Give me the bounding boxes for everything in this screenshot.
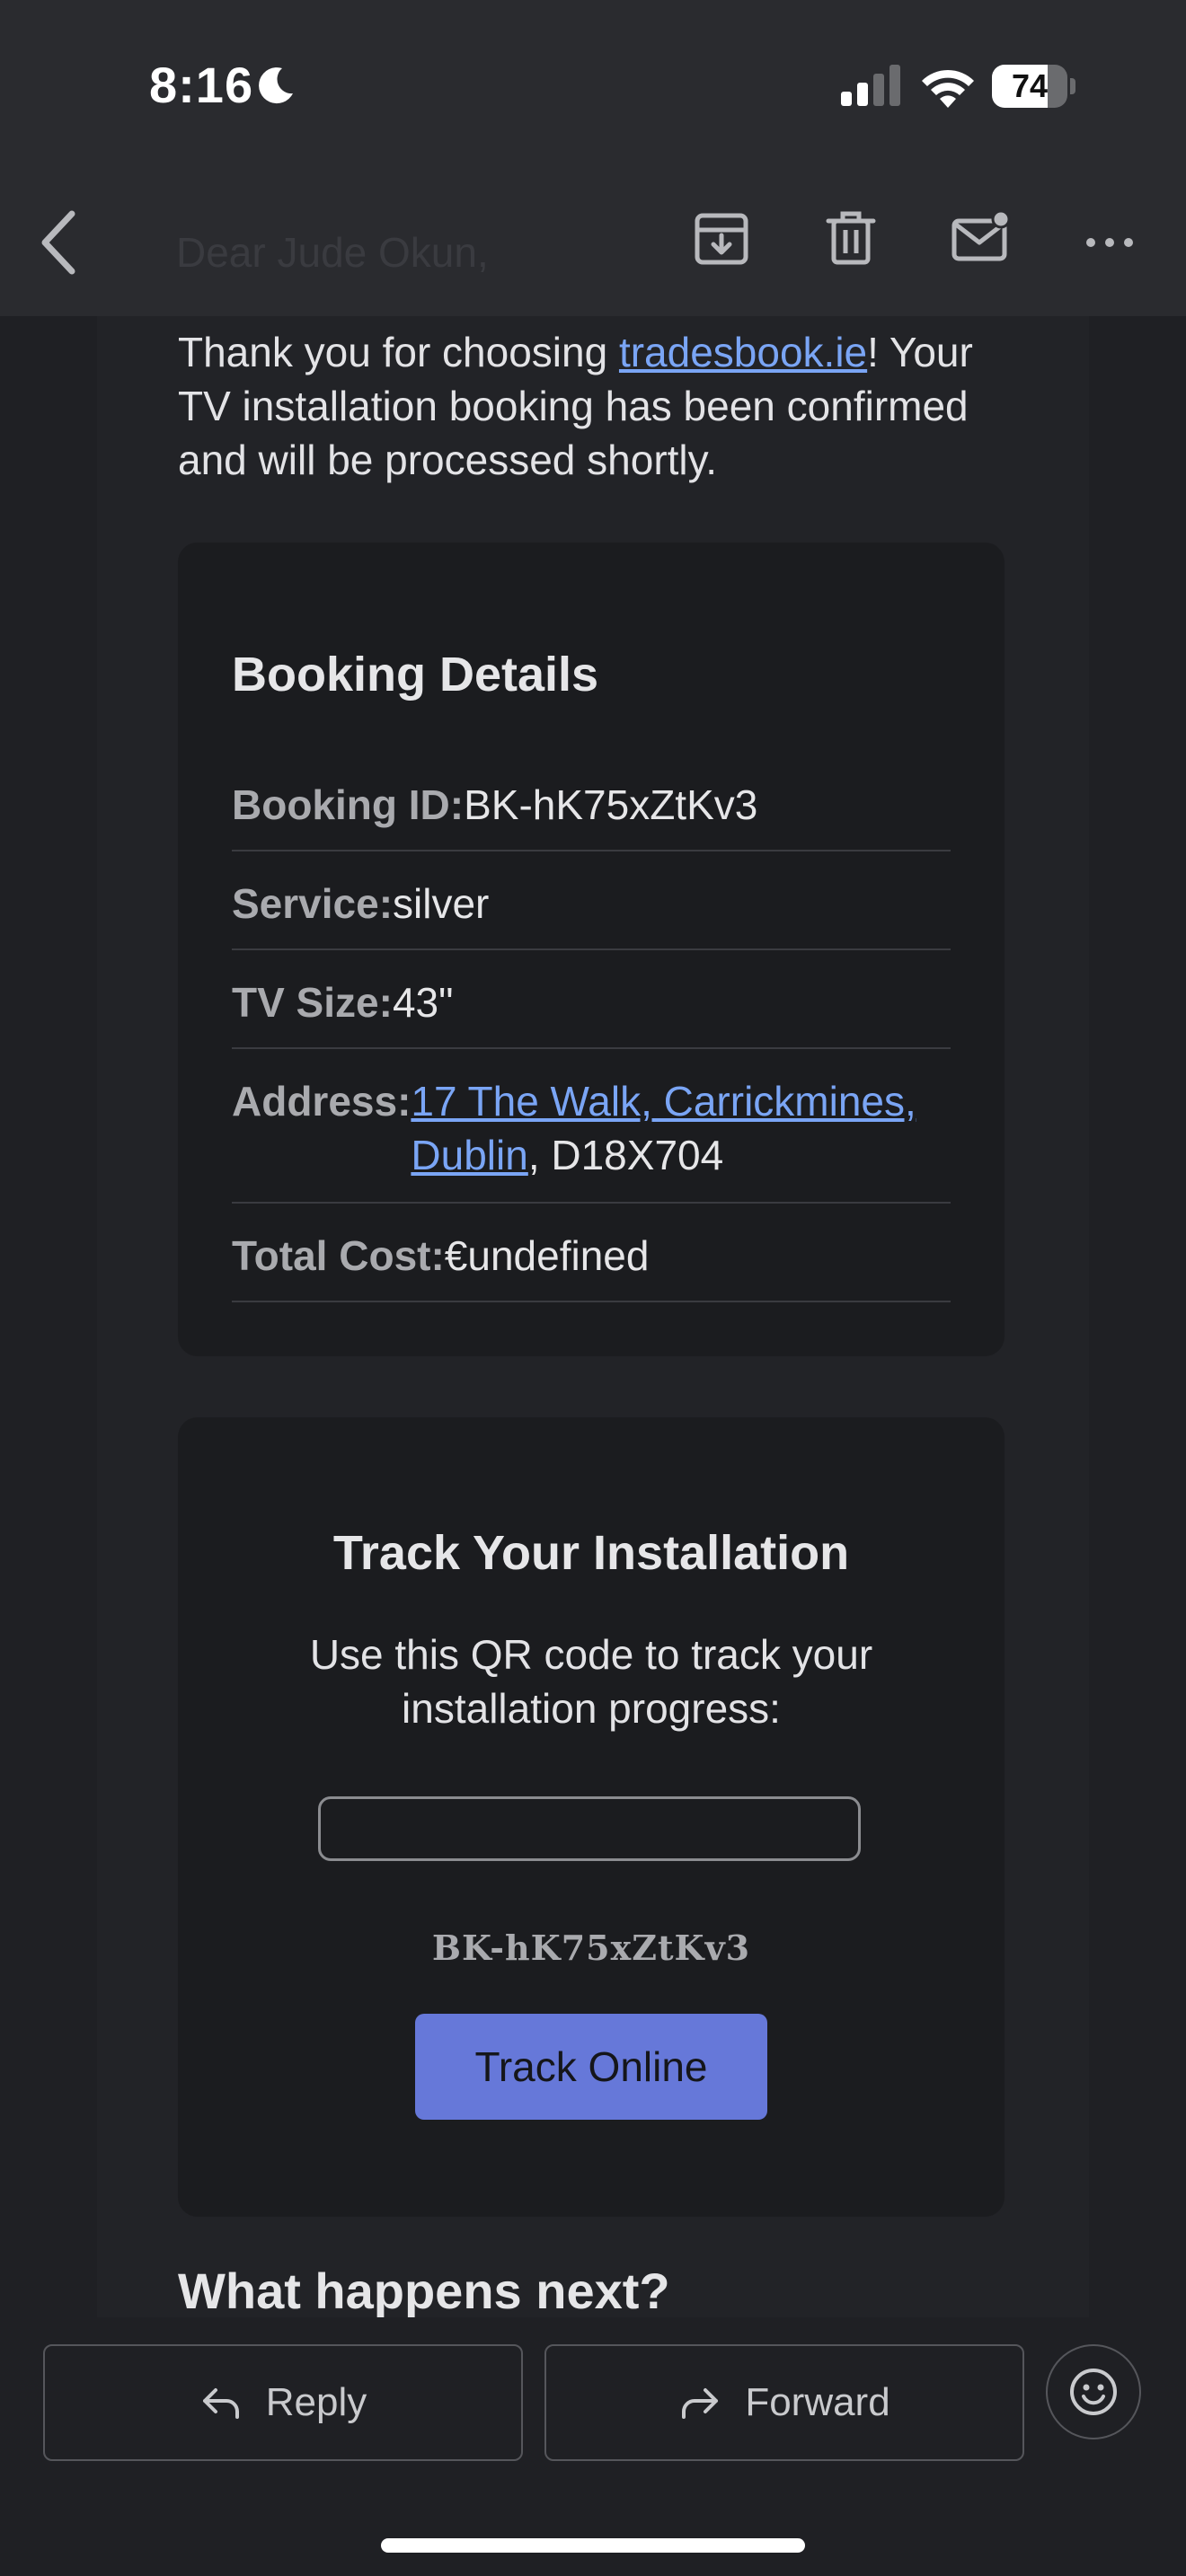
- forward-label: Forward: [745, 2380, 890, 2424]
- tv-size-label: TV Size:: [232, 979, 393, 1026]
- address-value: 17 The Walk, Carrickmines, Dublin, D18X7…: [411, 1078, 916, 1178]
- tracking-code: BK-hK75xZtKv3: [431, 1928, 751, 1968]
- booking-details-title: Booking Details: [232, 648, 599, 701]
- battery-indicator: 74: [992, 65, 1076, 108]
- address-row: Address: 17 The Walk, Carrickmines, Dubl…: [232, 1074, 951, 1204]
- track-online-button[interactable]: Track Online: [415, 2014, 767, 2120]
- track-installation-card: Track Your Installation Use this QR code…: [178, 1417, 1005, 2217]
- reply-label: Reply: [265, 2380, 367, 2424]
- reply-icon: [202, 2388, 239, 2419]
- booking-id-value: BK-hK75xZtKv3: [464, 781, 758, 828]
- reply-button[interactable]: Reply: [43, 2344, 523, 2461]
- battery-percent: 74: [1011, 67, 1049, 104]
- tv-size-row: TV Size:43": [232, 975, 951, 1049]
- total-cost-label: Total Cost:: [232, 1232, 445, 1279]
- total-cost-row: Total Cost:€undefined: [232, 1229, 951, 1302]
- forward-icon: [682, 2388, 719, 2419]
- subject-preview: Dear Jude Okun,: [176, 229, 489, 276]
- wifi-icon: [922, 69, 974, 108]
- trash-icon[interactable]: [819, 207, 882, 269]
- service-value: silver: [393, 880, 490, 927]
- booking-id-row: Booking ID:BK-hK75xZtKv3: [232, 778, 951, 851]
- cellular-signal-icon: [841, 65, 900, 106]
- service-label: Service:: [232, 880, 394, 927]
- back-chevron-icon[interactable]: [36, 208, 81, 277]
- mark-unread-icon[interactable]: [949, 207, 1012, 269]
- booking-details-card: Booking Details Booking ID:BK-hK75xZtKv3…: [178, 543, 1005, 1356]
- forward-button[interactable]: Forward: [544, 2344, 1024, 2461]
- email-body: Thank you for choosing tradesbook.ie! Yo…: [97, 316, 1089, 2317]
- emoji-reaction-button[interactable]: [1046, 2344, 1141, 2439]
- track-title: Track Your Installation: [332, 1526, 850, 1580]
- home-indicator: [381, 2538, 805, 2553]
- moon-icon: [259, 67, 293, 104]
- address-label: Address:: [232, 1078, 412, 1125]
- tradesbook-link[interactable]: tradesbook.ie: [619, 329, 867, 375]
- top-bar: 8:16 74 Dear Jude Okun,: [0, 0, 1186, 316]
- more-options-icon[interactable]: [1078, 207, 1141, 269]
- intro-text: Thank you for choosing tradesbook.ie! Yo…: [178, 329, 973, 483]
- booking-id-label: Booking ID:: [232, 781, 465, 828]
- status-time: 8:16: [149, 57, 254, 113]
- qr-code-image: [318, 1796, 861, 1861]
- bottom-action-bar: Reply Forward: [0, 2317, 1186, 2576]
- next-steps-heading: What happens next?: [178, 2263, 670, 2317]
- service-row: Service:silver: [232, 877, 951, 950]
- smiley-icon: [1070, 2369, 1117, 2415]
- tv-size-value: 43": [392, 979, 454, 1026]
- total-cost-value: €undefined: [444, 1232, 650, 1279]
- archive-icon[interactable]: [690, 207, 753, 269]
- track-description: Use this QR code to track your installat…: [309, 1631, 873, 1732]
